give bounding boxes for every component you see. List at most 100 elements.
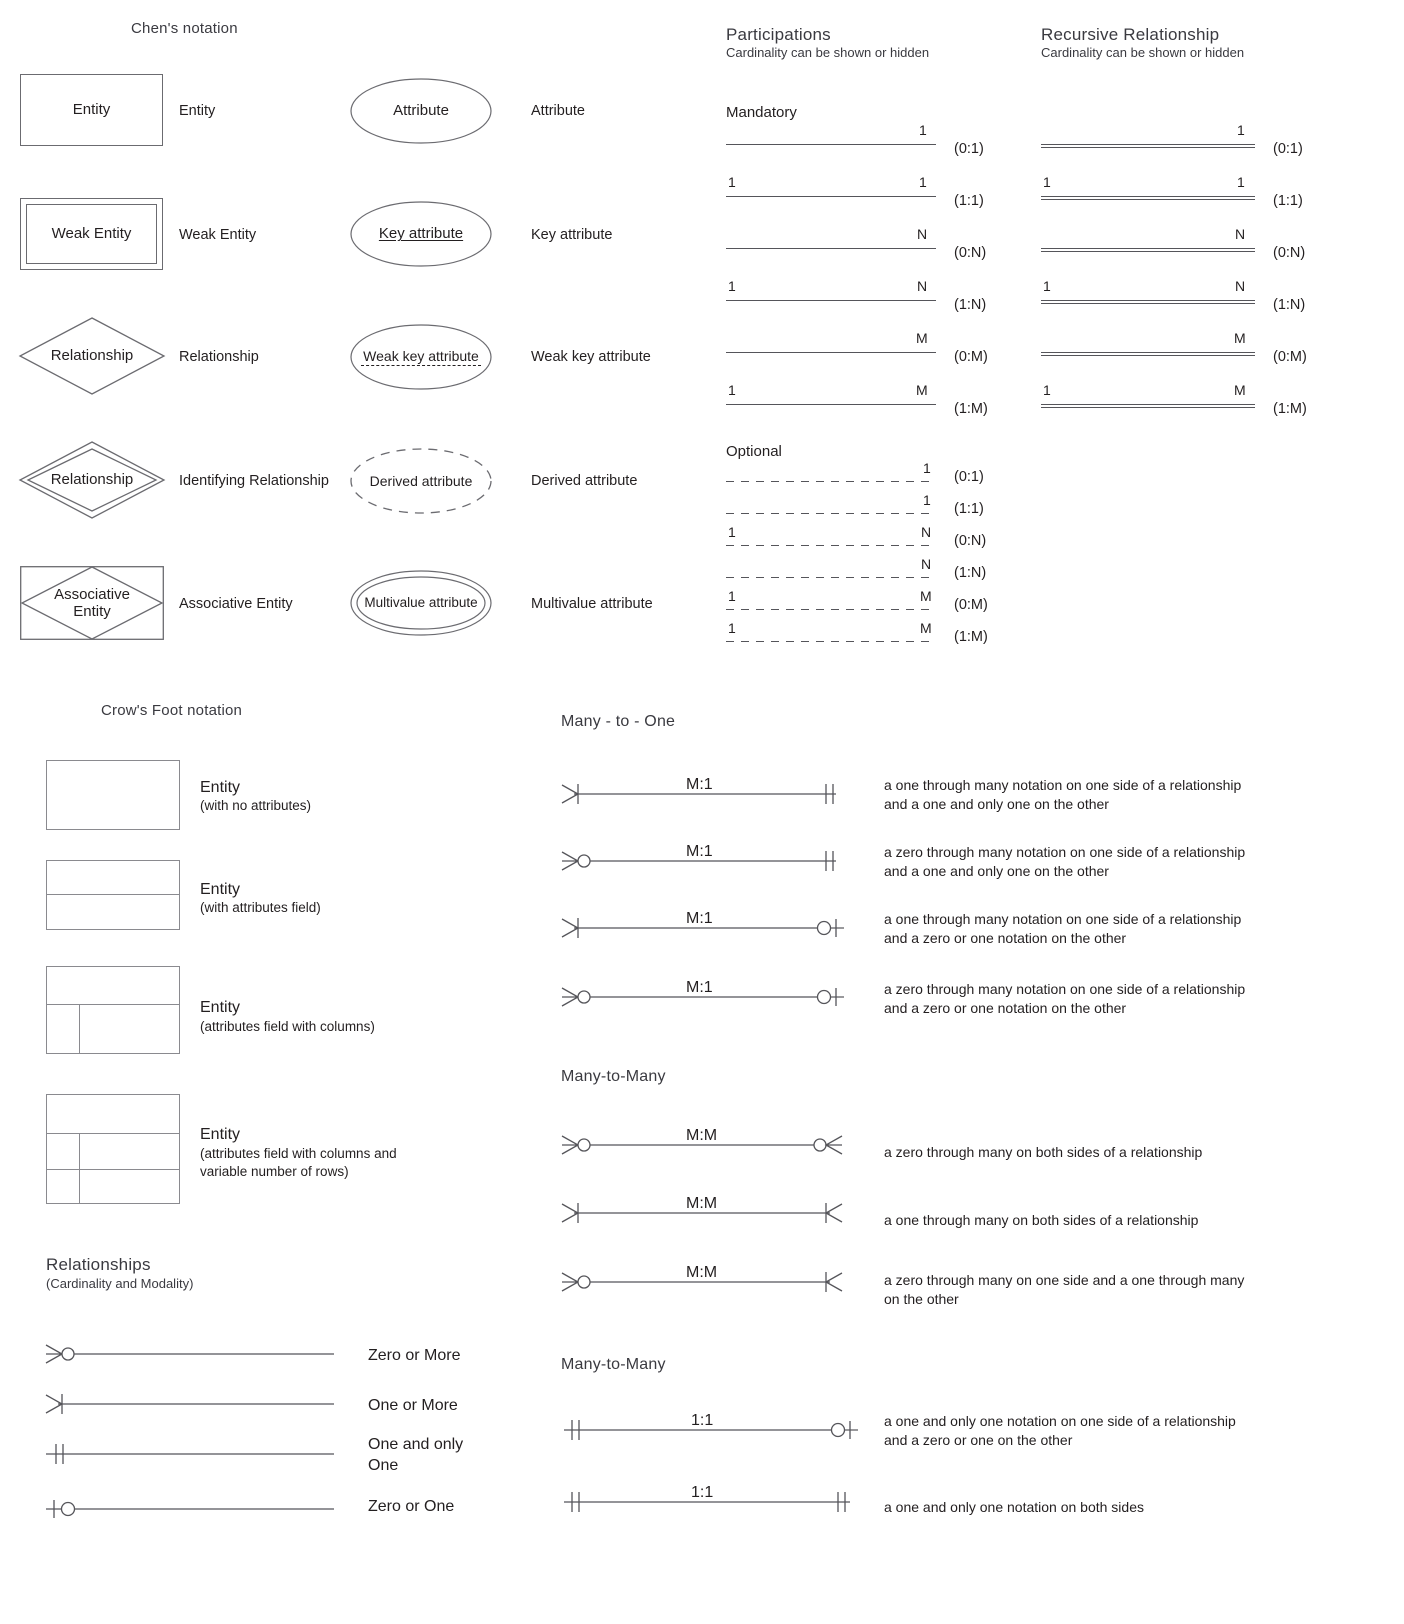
chen-label-multivalue-attribute: Multivalue attribute <box>531 596 653 612</box>
participation-line <box>726 404 936 405</box>
many-to-one-description-4: a zero through many notation on one side… <box>884 981 1246 1016</box>
chen-shape-identifying-relationship: Relationship <box>18 440 166 520</box>
relationship-symbol-zero-or-more <box>44 1338 334 1370</box>
participation-line <box>726 513 934 514</box>
relationship-label-zero-or-more: Zero or More <box>368 1347 461 1364</box>
relationship-label-one-and-only-one: One and only One <box>368 1436 464 1475</box>
participation-left-cardinality: 1 <box>728 382 736 398</box>
recursive-line <box>1041 352 1255 356</box>
participation-left-cardinality: 1 <box>728 524 736 540</box>
recursive-range: (0:N) <box>1273 245 1306 261</box>
participation-right-cardinality: M <box>916 382 928 398</box>
crowsfoot-entity-attributes-field <box>46 860 180 930</box>
participation-right-cardinality: M <box>920 620 932 636</box>
participation-range: (1:1) <box>954 501 984 517</box>
participation-range: (1:M) <box>954 401 988 417</box>
many-to-many-description-3: a zero through many on one side and a on… <box>884 1272 1245 1307</box>
participation-range: (0:1) <box>954 469 984 485</box>
participation-range: (1:N) <box>954 297 987 313</box>
participation-right-cardinality: N <box>917 226 928 242</box>
recursive-right-cardinality: M <box>1234 382 1246 398</box>
chen-shape-weak-key-attribute: Weak key attribute <box>350 324 492 390</box>
crowsfoot-entity-4-sub: (attributes field with columns and varia… <box>200 1146 397 1180</box>
chen-label-associative-entity: Associative Entity <box>179 596 293 612</box>
participation-line <box>726 545 934 546</box>
recursive-line <box>1041 196 1255 200</box>
recursive-relationship-subtitle: Cardinality can be shown or hidden <box>1041 45 1245 60</box>
crowsfoot-entity-4-title: Entity <box>200 1126 241 1143</box>
many-to-one-connector-2 <box>560 845 850 877</box>
many-to-many-connector-3 <box>560 1266 850 1298</box>
one-to-one-connector-2 <box>560 1486 860 1518</box>
recursive-range: (1:M) <box>1273 401 1307 417</box>
participation-line <box>726 352 936 353</box>
crowsfoot-entity-1-sub: (with no attributes) <box>200 798 312 813</box>
crowsfoot-entity-columns <box>46 966 180 1054</box>
recursive-left-cardinality: 1 <box>1043 382 1051 398</box>
chen-notation-title: Chen's notation <box>131 20 238 37</box>
chen-shape-multivalue-attribute: Multivalue attribute <box>350 570 492 636</box>
crowsfoot-entity-2-title: Entity <box>200 881 241 898</box>
participation-range: (1:M) <box>954 629 988 645</box>
many-to-many-connector-2 <box>560 1197 850 1229</box>
participation-range: (0:M) <box>954 597 988 613</box>
chen-shape-associative-entity: Associative Entity <box>20 566 164 640</box>
crowsfoot-entity-3-title: Entity <box>200 999 241 1016</box>
recursive-range: (1:N) <box>1273 297 1306 313</box>
participations-mandatory-label: Mandatory <box>726 104 797 121</box>
many-to-many-description-2: a one through many on both sides of a re… <box>884 1212 1199 1228</box>
recursive-right-cardinality: 1 <box>1237 122 1245 138</box>
recursive-range: (0:1) <box>1273 141 1303 157</box>
many-to-one-connector-4 <box>560 981 850 1013</box>
participation-line <box>726 196 936 197</box>
crowsfoot-entity-1-title: Entity <box>200 779 241 796</box>
participation-range: (1:1) <box>954 193 984 209</box>
recursive-left-cardinality: 1 <box>1043 174 1051 190</box>
participation-range: (0:M) <box>954 349 988 365</box>
participation-line <box>726 577 934 578</box>
many-to-one-description-3: a one through many notation on one side … <box>884 911 1242 946</box>
participation-line <box>726 609 934 610</box>
participations-subtitle: Cardinality can be shown or hidden <box>726 45 930 60</box>
relationships-title: Relationships <box>46 1255 151 1274</box>
recursive-relationship-title: Recursive Relationship <box>1041 25 1220 44</box>
recursive-right-cardinality: 1 <box>1237 174 1245 190</box>
participation-right-cardinality: N <box>921 524 932 540</box>
chen-label-key-attribute: Key attribute <box>531 227 613 243</box>
relationship-label-one-or-more: One or More <box>368 1397 458 1414</box>
relationship-label-zero-or-one: Zero or One <box>368 1498 455 1515</box>
relationship-symbol-one-or-more <box>44 1388 334 1420</box>
participation-left-cardinality: 1 <box>728 620 736 636</box>
recursive-range: (1:1) <box>1273 193 1303 209</box>
participation-right-cardinality: 1 <box>919 174 927 190</box>
relationship-symbol-one-and-only-one <box>44 1438 334 1470</box>
participation-line <box>726 144 936 145</box>
participation-line <box>726 300 936 301</box>
many-to-many-description-1: a zero through many on both sides of a r… <box>884 1144 1203 1160</box>
participation-left-cardinality: 1 <box>728 174 736 190</box>
chen-label-identifying-relationship: Identifying Relationship <box>179 473 329 489</box>
recursive-left-cardinality: 1 <box>1043 278 1051 294</box>
many-to-many-title: Many-to-Many <box>561 1068 666 1085</box>
one-to-one-title: Many-to-Many <box>561 1356 666 1373</box>
recursive-line <box>1041 404 1255 408</box>
chen-label-attribute: Attribute <box>531 103 585 119</box>
participation-range: (0:N) <box>954 245 987 261</box>
participation-right-cardinality: 1 <box>923 460 931 476</box>
chen-shape-relationship: Relationship <box>18 316 166 396</box>
chen-shape-attribute: Attribute <box>350 78 492 144</box>
participation-right-cardinality: N <box>921 556 932 572</box>
recursive-line <box>1041 248 1255 252</box>
one-to-one-connector-1 <box>560 1414 860 1446</box>
one-to-one-description-2: a one and only one notation on both side… <box>884 1499 1144 1515</box>
participation-range: (0:1) <box>954 141 984 157</box>
participation-right-cardinality: 1 <box>923 492 931 508</box>
participation-right-cardinality: 1 <box>919 122 927 138</box>
chen-shape-key-attribute: Key attribute <box>350 201 492 267</box>
chen-label-entity: Entity <box>179 103 216 119</box>
chen-shape-entity: Entity <box>20 74 163 146</box>
crowsfoot-entity-columns-rows <box>46 1094 180 1204</box>
chen-label-relationship: Relationship <box>179 349 259 365</box>
chen-label-weak-entity: Weak Entity <box>179 227 257 243</box>
many-to-one-description-1: a one through many notation on one side … <box>884 777 1242 812</box>
